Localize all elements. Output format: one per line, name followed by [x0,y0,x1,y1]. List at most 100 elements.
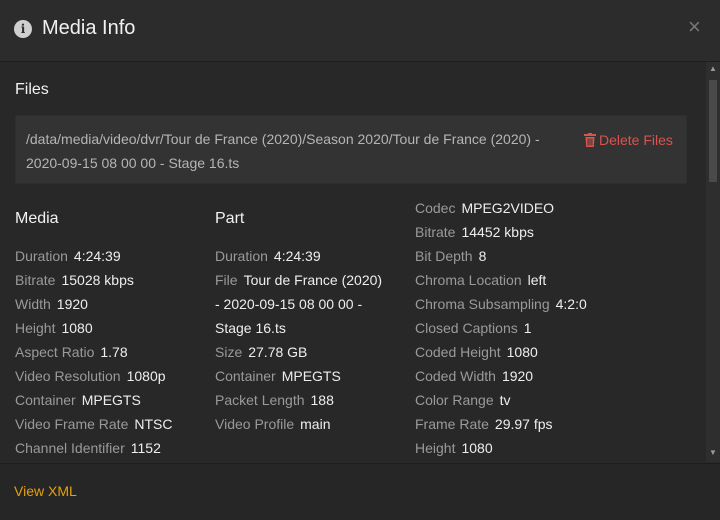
stream-row: Codec MPEG2VIDEO [415,196,587,220]
stream-row: Chroma Location left [415,268,587,292]
part-key: Video Profile [215,416,295,432]
part-value: MPEGTS [281,368,341,384]
part-row: File Tour de France (2020) [215,268,382,292]
stream-row: Closed Captions 1 [415,316,587,340]
stream-key: Codec [415,200,456,216]
scroll-down-icon[interactable]: ▼ [709,448,717,457]
media-value: NTSC [134,416,173,432]
stream-value: left [527,272,547,288]
stream-key: Bitrate [415,224,456,240]
media-row: Video Resolution 1080p [15,364,172,388]
part-row: - 2020-09-15 08 00 00 - [215,292,382,316]
part-key: Duration [215,248,268,264]
part-value: - 2020-09-15 08 00 00 - [215,296,363,312]
stream-key: Coded Height [415,344,501,360]
scroll-up-icon[interactable]: ▲ [709,64,717,73]
media-value: 1152 [130,440,161,456]
stream-value: 8 [478,248,487,264]
stream-column: Codec MPEG2VIDEO Bitrate 14452 kbps Bit Dept… [415,196,587,460]
stream-row: Bit Depth 8 [415,244,587,268]
stream-row: Height 1080 [415,436,587,460]
media-column: Media Duration 4:24:39 Bitrate 15028 kbps Wi… [15,207,172,460]
part-value: Tour de France (2020) [243,272,383,288]
stream-value: 1080 [461,440,493,456]
media-row: Width 1920 [15,292,172,316]
media-key: Video Resolution [15,368,121,384]
part-column: Part Duration 4:24:39 File Tour de France (… [215,207,382,436]
media-row: Height 1080 [15,316,172,340]
scrollbar-thumb[interactable] [709,80,717,182]
media-row: Container MPEGTS [15,388,172,412]
media-key: Bitrate [15,272,56,288]
dialog-footer: View XML [0,463,720,520]
stream-key: Coded Width [415,368,496,384]
stream-key: Closed Captions [415,320,518,336]
media-key: Container [15,392,76,408]
media-key: Aspect Ratio [15,344,95,360]
media-row: Aspect Ratio 1.78 [15,340,172,364]
part-key: Size [215,344,243,360]
media-key: Channel Identifier [15,440,125,456]
dialog-header: i Media Info × [0,0,720,62]
part-key: File [215,272,238,288]
file-box: /data/media/video/dvr/Tour de France (20… [15,115,687,184]
view-xml-link[interactable]: View XML [14,483,77,499]
part-row: Video Profile main [215,412,382,436]
part-heading: Part [215,210,245,227]
stream-key: Bit Depth [415,248,473,264]
media-value: MPEGTS [81,392,141,408]
media-row: Bitrate 15028 kbps [15,268,172,292]
media-value: 15028 kbps [61,272,134,288]
stream-value: 1080 [506,344,538,360]
dialog-body[interactable]: Files /data/media/video/dvr/Tour de Fran… [0,62,706,462]
stream-row: Coded Height 1080 [415,340,587,364]
delete-files-button[interactable]: Delete Files [584,132,673,148]
part-value: 188 [310,392,334,408]
media-key: Height [15,320,56,336]
part-value: Stage 16.ts [215,320,286,336]
stream-row: Bitrate 14452 kbps [415,220,587,244]
stream-value: 14452 kbps [461,224,534,240]
info-icon: i [14,20,32,38]
part-row: Container MPEGTS [215,364,382,388]
media-value: 1080p [126,368,166,384]
stream-key: Height [415,440,456,456]
stream-key: Chroma Location [415,272,522,288]
part-value: main [300,416,331,432]
stream-row: Color Range tv [415,388,587,412]
part-value: 4:24:39 [273,248,321,264]
media-key: Video Frame Rate [15,416,129,432]
stream-key: Frame Rate [415,416,489,432]
dialog-title: Media Info [42,17,136,39]
media-key: Width [15,296,51,312]
stream-value: 29.97 fps [494,416,553,432]
media-value: 1.78 [100,344,128,360]
stream-key: Color Range [415,392,494,408]
stream-row: Chroma Subsampling 4:2:0 [415,292,587,316]
stream-row: Frame Rate 29.97 fps [415,412,587,436]
media-row: Video Frame Rate NTSC [15,412,172,436]
part-value: 27.78 GB [248,344,308,360]
media-row: Channel Identifier 1152 [15,436,172,460]
part-key: Packet Length [215,392,305,408]
media-value: 1080 [61,320,93,336]
stream-value: 1 [523,320,532,336]
media-key: Duration [15,248,68,264]
media-value: 4:24:39 [73,248,121,264]
stream-value: MPEG2VIDEO [461,200,555,216]
media-value: 1920 [56,296,88,312]
scrollbar[interactable]: ▲ ▼ [706,62,720,462]
stream-row: Coded Width 1920 [415,364,587,388]
stream-value: 4:2:0 [555,296,587,312]
stream-key: Chroma Subsampling [415,296,550,312]
trash-icon [584,133,596,147]
part-key: Container [215,368,276,384]
part-row: Packet Length 188 [215,388,382,412]
part-row: Stage 16.ts [215,316,382,340]
close-icon[interactable]: × [688,14,701,40]
delete-files-label: Delete Files [599,132,673,148]
stream-value: tv [499,392,511,408]
media-row: Duration 4:24:39 [15,244,172,268]
file-path: /data/media/video/dvr/Tour de France (20… [26,131,540,171]
part-row: Size 27.78 GB [215,340,382,364]
